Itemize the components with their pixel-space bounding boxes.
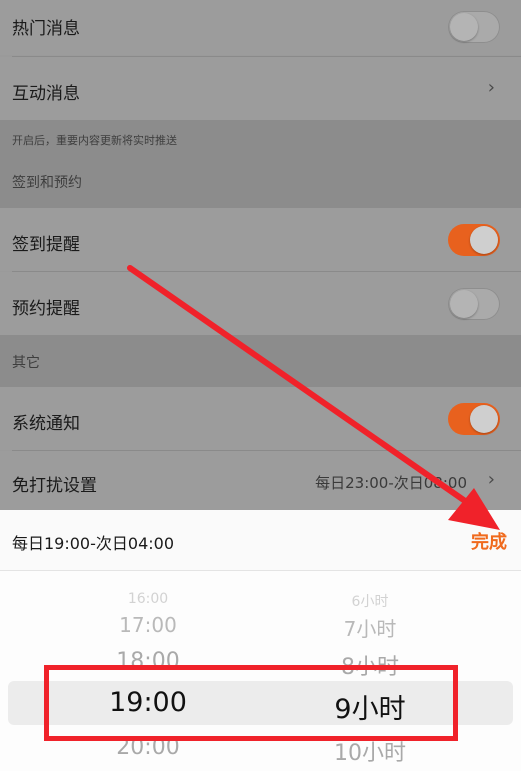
annotation-arrow-icon <box>127 265 500 530</box>
